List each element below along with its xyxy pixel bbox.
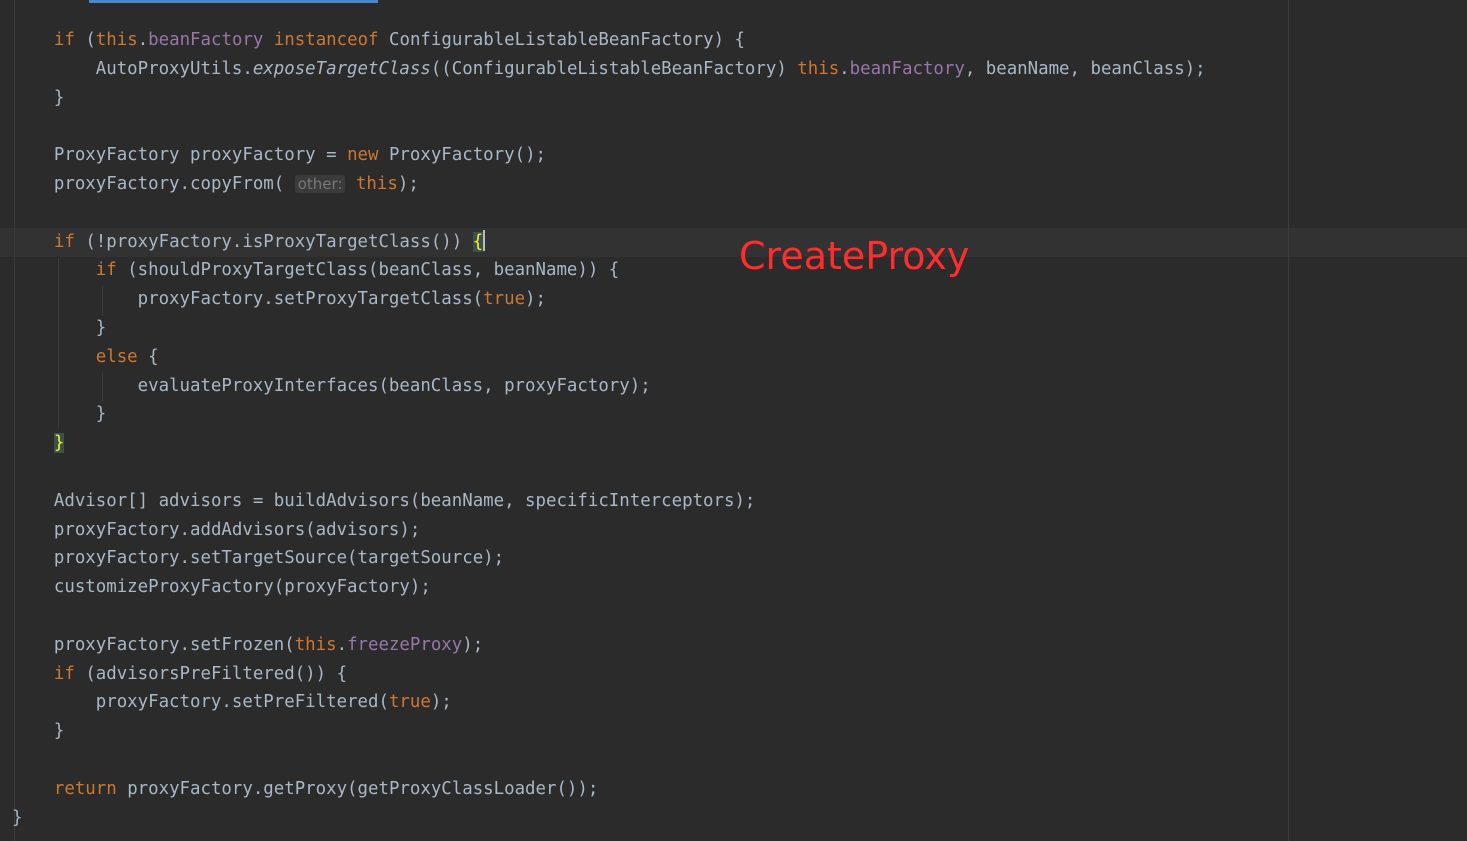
code-line: } [53, 721, 65, 742]
code-line: } [95, 317, 107, 338]
code-line: if (this.beanFactory instanceof Configur… [53, 30, 745, 50]
code-line: else { [95, 346, 159, 367]
annotation-label: CreateProxy [739, 234, 970, 278]
matched-brace: { [472, 231, 484, 252]
code-line: proxyFactory.copyFrom( other: this); [53, 173, 419, 194]
code-line: } [12, 807, 23, 828]
code-line: return proxyFactory.getProxy(getProxyCla… [53, 778, 599, 799]
code-line: if (shouldProxyTargetClass(beanClass, be… [95, 260, 620, 281]
editor-tab-indicator [89, 0, 378, 3]
matched-brace: } [53, 433, 65, 454]
code-line: proxyFactory.setProxyTargetClass(true); [137, 289, 546, 310]
code-line: customizeProxyFactory(proxyFactory); [53, 577, 431, 598]
code-line: evaluateProxyInterfaces(beanClass, proxy… [137, 375, 651, 396]
code-line: } [53, 87, 65, 108]
code-line: } [95, 404, 107, 425]
code-line: proxyFactory.setTargetSource(targetSourc… [53, 548, 505, 569]
code-text[interactable]: if (this.beanFactory instanceof Configur… [12, 26, 1206, 832]
code-editor[interactable]: if (this.beanFactory instanceof Configur… [0, 0, 1467, 841]
code-line: proxyFactory.addAdvisors(advisors); [53, 519, 421, 540]
right-margin-guide [1288, 0, 1289, 841]
code-line: ProxyFactory proxyFactory = new ProxyFac… [53, 145, 547, 166]
code-line: proxyFactory.setFrozen(this.freezeProxy)… [53, 634, 484, 655]
text-caret [483, 229, 485, 251]
code-line: if (advisorsPreFiltered()) { [53, 663, 348, 684]
code-line: proxyFactory.setPreFiltered(true); [95, 692, 452, 713]
code-line: Advisor[] advisors = buildAdvisors(beanN… [53, 490, 756, 511]
code-line: if (!proxyFactory.isProxyTargetClass()) … [53, 229, 485, 252]
parameter-hint: other: [294, 174, 346, 193]
code-line: AutoProxyUtils.exposeTargetClass((Config… [95, 58, 1206, 79]
code-line: } [12, 429, 1206, 458]
